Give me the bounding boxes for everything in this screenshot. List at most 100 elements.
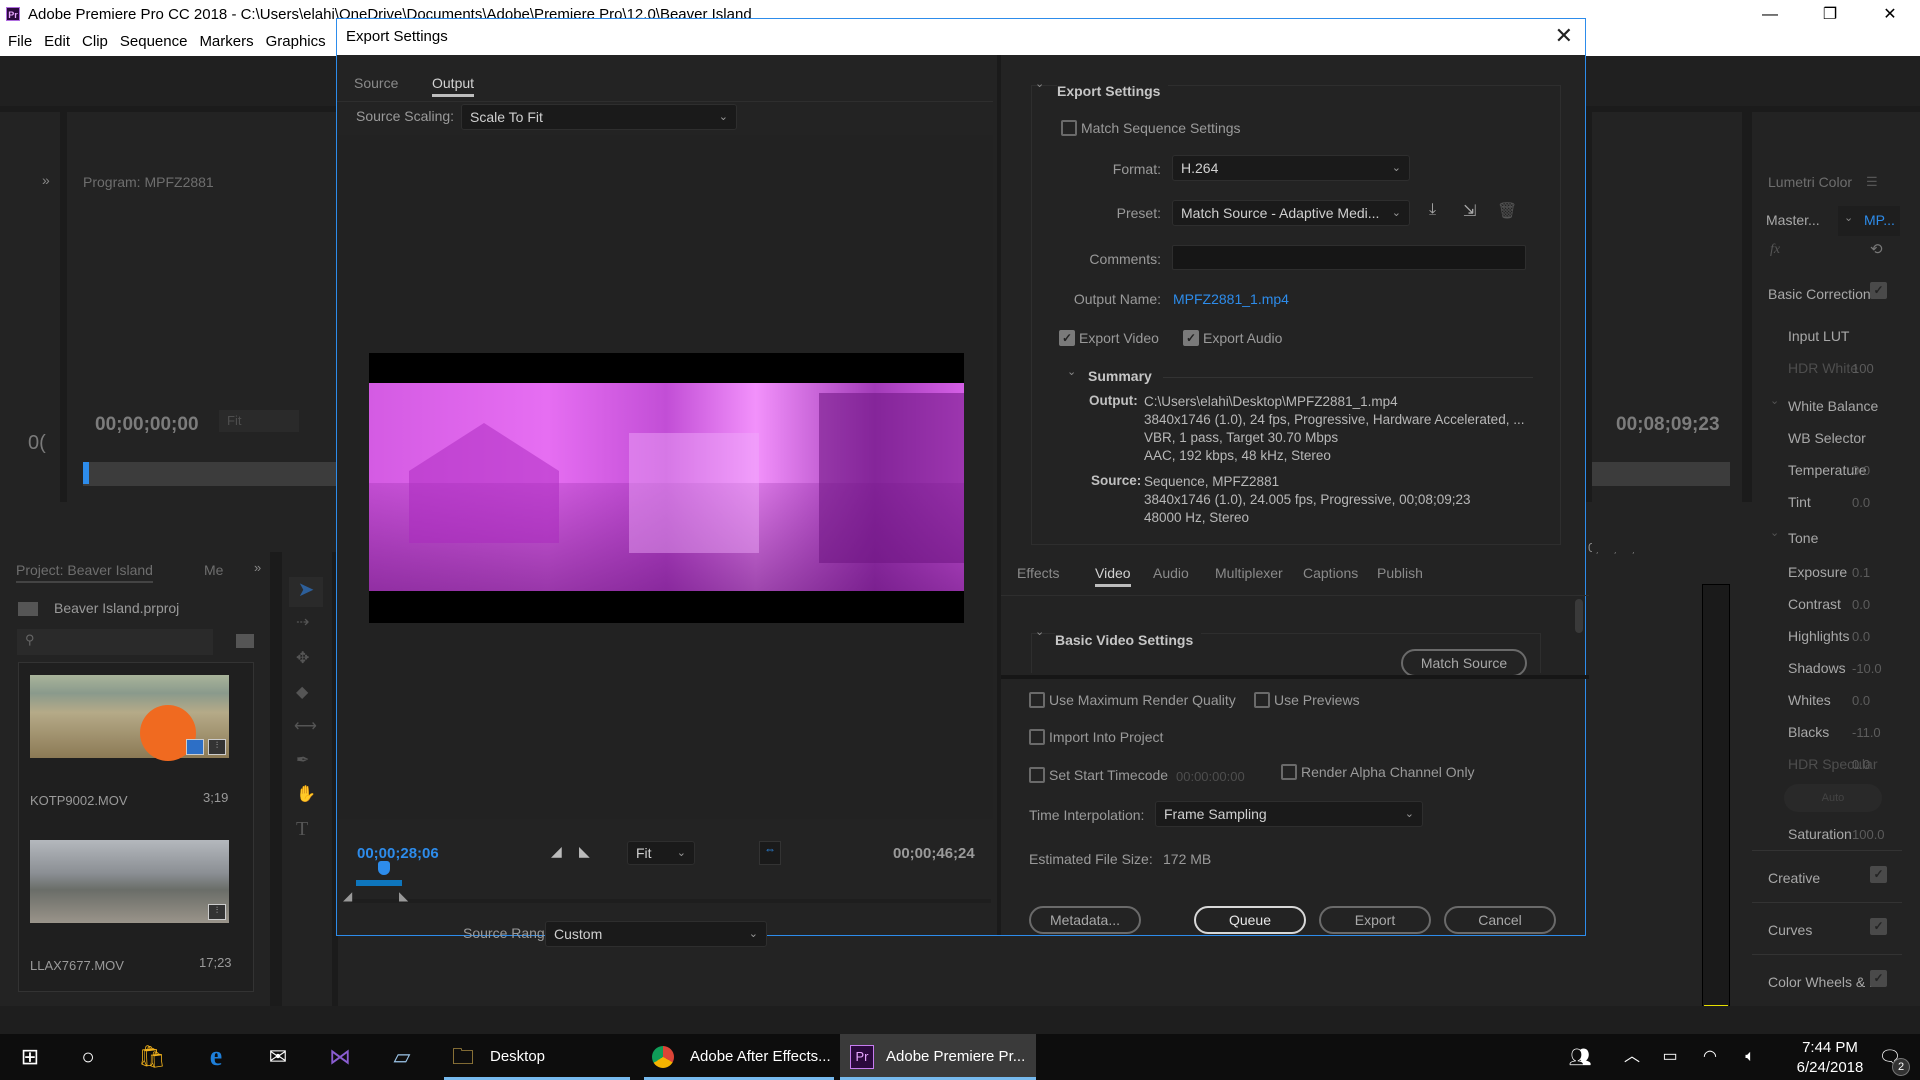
render-alpha-only-checkbox[interactable]: Render Alpha Channel Only [1281, 763, 1475, 780]
summary-header[interactable]: Summary [1088, 368, 1152, 384]
visual-studio-icon[interactable]: ⋈ [316, 1034, 364, 1080]
chevron-down-icon[interactable]: ⌄ [1770, 526, 1779, 539]
match-source-button[interactable]: Match Source [1401, 649, 1527, 677]
panel-menu-icon[interactable]: ☰ [1866, 174, 1878, 190]
tab-source[interactable]: Source [354, 75, 398, 91]
time-interpolation-select[interactable]: Frame Sampling ⌄ [1155, 801, 1423, 827]
aspect-ratio-correction-button[interactable]: ⇔ [759, 841, 781, 865]
out-point-handle[interactable]: ◣ [399, 889, 408, 903]
clip-select[interactable]: ⌄ MP... [1838, 206, 1900, 236]
track-select-tool-icon[interactable]: ⇢ [296, 612, 309, 632]
import-into-project-checkbox[interactable]: Import Into Project [1029, 728, 1163, 745]
zoom-fit-select[interactable]: Fit ⌄ [627, 841, 695, 865]
clip-thumbnail[interactable]: ⫶ [30, 840, 229, 923]
action-center-icon[interactable]: 🗨︎ 2 [1866, 1034, 1914, 1080]
restore-button[interactable]: ❐ [1800, 0, 1860, 30]
edge-icon[interactable]: e [192, 1034, 240, 1080]
taskbar-app-after-effects[interactable]: Adobe After Effects... [644, 1034, 834, 1080]
section-checkbox[interactable]: ✓ [1870, 866, 1887, 883]
panel-expand-icon[interactable]: » [254, 560, 261, 575]
tab-multiplexer[interactable]: Multiplexer [1215, 565, 1283, 581]
section-basic-correction[interactable]: Basic Correction [1768, 286, 1871, 302]
volume-icon[interactable]: 🔈︎ [1726, 1034, 1774, 1080]
lumetri-value[interactable]: 0.0 [1852, 757, 1870, 772]
lumetri-value[interactable]: 0.0 [1852, 597, 1870, 612]
format-select[interactable]: H.264 ⌄ [1172, 155, 1410, 181]
tab-audio[interactable]: Audio [1153, 565, 1189, 581]
lumetri-label-tone[interactable]: Tone [1788, 530, 1818, 546]
preview-playhead[interactable] [377, 861, 390, 875]
new-search-bin-icon[interactable] [236, 634, 254, 648]
chevron-down-icon[interactable]: ⌄ [1067, 365, 1076, 378]
menu-markers[interactable]: Markers [193, 30, 259, 54]
clock[interactable]: 7:44 PM 6/24/2018 [1786, 1038, 1874, 1078]
lumetri-value[interactable]: 0.0 [1852, 693, 1870, 708]
hand-tool-icon[interactable]: ✋ [296, 784, 316, 804]
lumetri-value[interactable]: 0.0 [1852, 463, 1870, 478]
menu-sequence[interactable]: Sequence [114, 30, 194, 54]
mail-icon[interactable]: ✉ [254, 1034, 302, 1080]
max-render-quality-checkbox[interactable]: Use Maximum Render Quality [1029, 691, 1236, 708]
source-range-track[interactable] [351, 880, 991, 903]
menu-edit[interactable]: Edit [38, 30, 76, 54]
checkbox[interactable]: ✓ [1059, 329, 1075, 346]
save-preset-icon[interactable]: ⤓ [1429, 201, 1436, 219]
set-start-timecode-checkbox[interactable]: Set Start Timecode [1029, 766, 1168, 783]
dialog-close-button[interactable]: ✕ [1555, 23, 1573, 49]
export-settings-header[interactable]: Export Settings [1057, 83, 1169, 99]
cancel-button[interactable]: Cancel [1444, 906, 1556, 934]
tab-publish[interactable]: Publish [1377, 565, 1423, 581]
auto-button[interactable]: Auto [1784, 784, 1882, 812]
metadata-button[interactable]: Metadata... [1029, 906, 1141, 934]
lumetri-value[interactable]: 100 [1852, 361, 1874, 376]
section-creative[interactable]: Creative [1768, 870, 1878, 886]
tab-output[interactable]: Output [432, 75, 475, 97]
project-tab[interactable]: Project: Beaver Island [16, 562, 153, 583]
chevron-down-icon[interactable]: ⌄ [1035, 625, 1044, 638]
pen-tool-icon[interactable]: ✒ [296, 750, 309, 770]
ripple-edit-tool-icon[interactable]: ✥ [296, 648, 309, 668]
delete-preset-icon[interactable]: 🗑︎ [1497, 201, 1517, 221]
preset-select[interactable]: Match Source - Adaptive Medi... ⌄ [1172, 200, 1410, 226]
store-icon[interactable]: 🛍︎ [128, 1034, 176, 1080]
menu-graphics[interactable]: Graphics [260, 30, 332, 54]
razor-tool-icon[interactable]: ◆ [296, 682, 308, 702]
minimize-button[interactable]: — [1740, 0, 1800, 30]
clip-thumbnail[interactable]: ⫶ [30, 675, 229, 761]
lumetri-value[interactable]: 0.0 [1852, 629, 1870, 644]
lumetri-value[interactable]: 100.0 [1852, 827, 1885, 842]
notepad-icon[interactable]: ▱ [378, 1034, 426, 1080]
start-timecode-input[interactable]: 00:00:00:00 [1176, 769, 1245, 784]
settings-scrollbar[interactable] [1575, 599, 1583, 633]
use-previews-checkbox[interactable]: Use Previews [1254, 691, 1360, 708]
tab-captions[interactable]: Captions [1303, 565, 1358, 581]
import-preset-icon[interactable]: ⇲ [1463, 201, 1476, 221]
program-time-ruler-right[interactable] [1592, 462, 1730, 486]
taskbar-app-premiere[interactable]: Pr Adobe Premiere Pr... [840, 1034, 1036, 1080]
fx-icon[interactable]: fx [1770, 242, 1780, 258]
lumetri-label-white-balance[interactable]: White Balance [1788, 398, 1878, 414]
chevron-down-icon[interactable]: ⌄ [1035, 77, 1044, 90]
lumetri-value[interactable]: -11.0 [1852, 725, 1881, 740]
type-tool-icon[interactable]: T [296, 818, 308, 841]
people-icon[interactable]: 👥︎ [1556, 1034, 1604, 1080]
section-checkbox[interactable]: ✓ [1870, 918, 1887, 935]
checkbox[interactable] [1029, 728, 1045, 745]
program-time-ruler[interactable] [83, 462, 337, 486]
program-fit-select[interactable]: Fit [219, 410, 299, 432]
set-in-point-icon[interactable]: ◢ [551, 843, 562, 860]
basic-video-settings-header[interactable]: Basic Video Settings [1055, 632, 1202, 648]
checkbox[interactable]: ✓ [1183, 329, 1199, 346]
lumetri-value[interactable]: 0.1 [1852, 565, 1870, 580]
checkbox[interactable] [1029, 691, 1045, 708]
menu-file[interactable]: File [0, 30, 38, 54]
panel-expand-icon[interactable]: » [42, 172, 50, 188]
project-search-input[interactable]: ⚲ [17, 629, 213, 655]
source-range-select[interactable]: Custom ⌄ [545, 921, 767, 947]
export-button[interactable]: Export [1319, 906, 1431, 934]
queue-button[interactable]: Queue [1194, 906, 1306, 934]
program-playhead[interactable] [83, 462, 89, 484]
chevron-down-icon[interactable]: ⌄ [1770, 394, 1779, 407]
menu-clip[interactable]: Clip [76, 30, 114, 54]
slip-tool-icon[interactable]: ⟷ [294, 716, 317, 736]
